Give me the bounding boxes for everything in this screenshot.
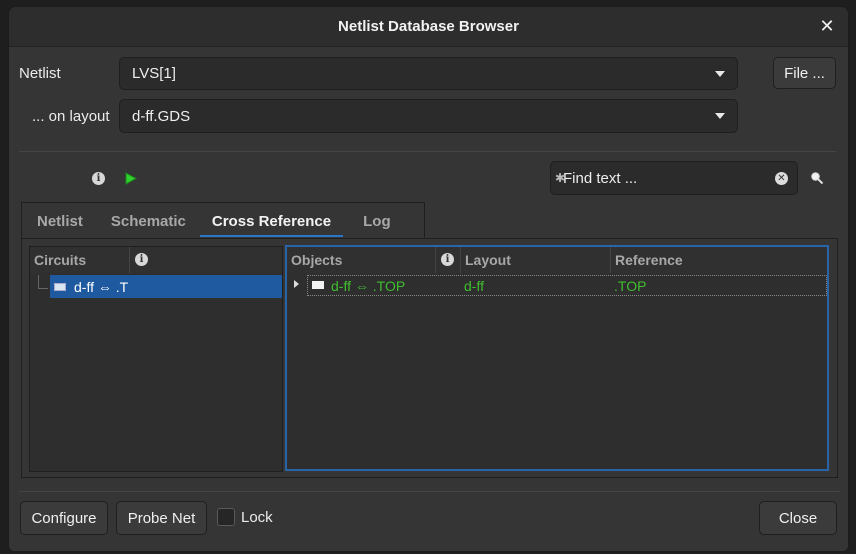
netlist-select[interactable]: LVS[1] xyxy=(119,57,738,90)
separator xyxy=(19,151,836,152)
objects-tree[interactable]: Objects i Layout Reference d-ff ⇔ .TOP d… xyxy=(285,245,829,471)
layout-label: ... on layout xyxy=(32,108,110,125)
objects-info-header: i xyxy=(436,247,461,273)
circuit-icon xyxy=(54,282,66,291)
circuit-item[interactable]: d-ff ⇔ .T xyxy=(50,275,282,298)
circuits-header[interactable]: Circuits xyxy=(30,247,130,273)
file-button[interactable]: File ... xyxy=(773,57,836,89)
info-icon: i xyxy=(441,253,454,266)
reference-header[interactable]: Reference xyxy=(611,247,827,273)
title-bar: Netlist Database Browser ✕ xyxy=(9,7,848,47)
search-input[interactable]: ✱ Find text ... ✕ xyxy=(550,161,798,195)
circuit-item-label: d-ff ⇔ .T xyxy=(74,278,129,295)
netlist-label: Netlist xyxy=(19,65,61,82)
tab-schematic[interactable]: Schematic xyxy=(99,205,198,237)
tree-branch-line xyxy=(38,275,48,289)
probe-net-button[interactable]: Probe Net xyxy=(116,501,207,535)
circuit-icon xyxy=(312,281,324,289)
configure-button[interactable]: Configure xyxy=(20,501,108,535)
object-cell: d-ff ⇔ .TOP xyxy=(331,278,406,294)
circuits-tree[interactable]: Circuits i d-ff ⇔ .T xyxy=(29,246,283,472)
info-icon[interactable]: i xyxy=(92,172,105,185)
circuits-info-header: i xyxy=(130,247,282,273)
play-icon[interactable] xyxy=(125,172,137,185)
tab-cross-reference[interactable]: Cross Reference xyxy=(199,205,344,237)
netlist-browser-window: Netlist Database Browser ✕ Netlist LVS[1… xyxy=(8,6,849,552)
info-icon: i xyxy=(135,253,148,266)
layout-header[interactable]: Layout xyxy=(461,247,611,273)
table-row[interactable]: d-ff ⇔ .TOP d-ff .TOP xyxy=(294,275,827,296)
close-button[interactable]: Close xyxy=(759,501,837,535)
objects-header[interactable]: Objects xyxy=(287,247,436,273)
tab-bar: Netlist Schematic Cross Reference Log xyxy=(21,205,407,237)
layout-cell: d-ff xyxy=(464,278,484,294)
netlist-select-value: LVS[1] xyxy=(132,65,176,82)
tab-log[interactable]: Log xyxy=(343,205,407,237)
expand-arrow-icon[interactable] xyxy=(294,280,299,288)
window-title: Netlist Database Browser xyxy=(338,18,519,35)
close-window-icon[interactable]: ✕ xyxy=(818,17,836,35)
search-icon[interactable] xyxy=(810,171,824,185)
reference-cell: .TOP xyxy=(614,278,647,294)
tab-netlist[interactable]: Netlist xyxy=(21,205,99,237)
layout-select-value: d-ff.GDS xyxy=(132,107,191,125)
chevron-down-icon xyxy=(715,70,725,77)
search-placeholder: Find text ... xyxy=(563,170,638,187)
lock-checkbox[interactable] xyxy=(217,508,235,526)
lock-label: Lock xyxy=(241,509,273,526)
chevron-down-icon xyxy=(715,113,725,119)
layout-select[interactable]: d-ff.GDS xyxy=(119,99,738,133)
separator xyxy=(19,491,840,492)
clear-search-icon[interactable]: ✕ xyxy=(775,172,788,185)
